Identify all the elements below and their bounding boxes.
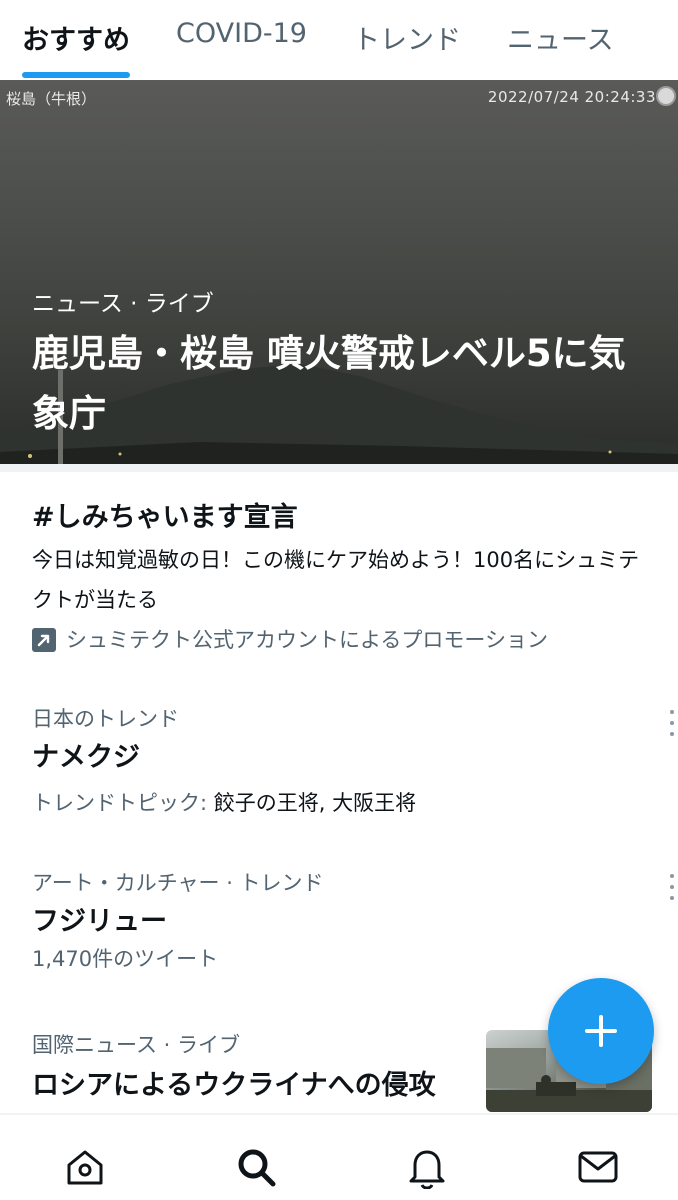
trend-item[interactable]: アート・カルチャー · トレンド フジリュー 1,470件のツイート [32, 868, 674, 974]
explore-tabs: おすすめ COVID-19 トレンド ニュース [0, 0, 678, 80]
trend-related-topics: トレンドトピック: 餃子の王将, 大阪王将 [32, 788, 662, 818]
promoted-arrow-icon [32, 628, 56, 652]
home-icon [67, 1150, 103, 1185]
tab-news[interactable]: ニュース [507, 0, 614, 80]
trend-name[interactable]: ナメクジ [32, 738, 662, 778]
more-options-icon[interactable] [666, 874, 678, 900]
section-divider [0, 464, 678, 472]
tab-for-you[interactable]: おすすめ [22, 0, 130, 80]
nav-messages-button[interactable] [576, 1145, 620, 1189]
promoted-trend-title[interactable]: #しみちゃいます宣言 [32, 498, 678, 538]
hero-headline[interactable]: 鹿児島・桜島 噴火警戒レベル5に気象庁 [32, 324, 662, 444]
bell-icon [409, 1150, 445, 1190]
tab-trending[interactable]: トレンド [353, 0, 461, 80]
trend-item[interactable]: 日本のトレンド ナメクジ トレンドトピック: 餃子の王将, 大阪王将 [32, 704, 674, 818]
bottom-navigation [0, 1113, 678, 1200]
trend-related-value[interactable]: 餃子の王将, 大阪王将 [214, 791, 416, 815]
hero-news-card[interactable]: 桜島（牛根） 2022/07/24 20:24:33 ニュース · ライブ 鹿児… [0, 80, 678, 464]
promoted-trend-description: 今日は知覚過敏の日！この機にケア始めよう！100名にシュミテクトが当たる [32, 548, 640, 612]
tab-covid-19[interactable]: COVID-19 [176, 0, 307, 80]
promoted-by-text: シュミテクト公式アカウントによるプロモーション [66, 628, 548, 652]
hero-image-timestamp: 2022/07/24 20:24:33 [487, 88, 656, 106]
hero-category: ニュース · ライブ [32, 291, 214, 317]
trend-meta: アート・カルチャー · トレンド [32, 871, 324, 895]
news-item[interactable]: 国際ニュース · ライブ ロシアによるウクライナへの侵攻 [32, 1030, 472, 1106]
compose-tweet-button[interactable] [548, 978, 654, 1084]
camera-icon [656, 86, 676, 106]
trend-related-label: トレンドトピック: [32, 791, 214, 815]
news-meta: 国際ニュース · ライブ [32, 1033, 240, 1057]
promoted-trend[interactable]: #しみちゃいます宣言 今日は知覚過敏の日！この機にケア始めよう！100名にシュミ… [32, 498, 678, 660]
promoted-by-line: シュミテクト公式アカウントによるプロモーション [32, 620, 678, 660]
search-icon [238, 1149, 276, 1187]
trend-meta: 日本のトレンド [32, 707, 179, 731]
trend-tweet-count: 1,470件のツイート [32, 947, 219, 971]
mail-icon [578, 1151, 618, 1183]
trend-name[interactable]: フジリュー [32, 902, 662, 942]
nav-home-button[interactable] [63, 1145, 107, 1189]
hero-image-caption: 桜島（牛根） [6, 90, 97, 108]
nav-search-button[interactable] [234, 1145, 278, 1189]
nav-notifications-button[interactable] [405, 1145, 449, 1190]
plus-icon [585, 1015, 617, 1047]
more-options-icon[interactable] [666, 710, 678, 736]
news-headline[interactable]: ロシアによるウクライナへの侵攻 [32, 1066, 472, 1106]
